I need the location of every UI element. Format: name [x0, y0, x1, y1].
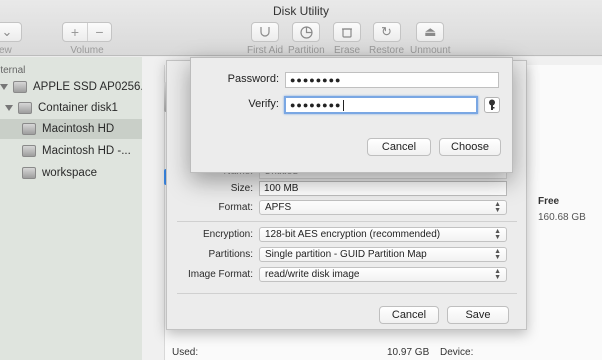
cancel-button[interactable]: Cancel — [367, 138, 431, 156]
add-icon[interactable]: + — [63, 23, 87, 41]
updown-arrows-icon: ▲ ▼ — [494, 247, 501, 261]
eject-icon: ⏏ — [424, 24, 437, 39]
password-label: Password: — [227, 73, 279, 85]
view-control[interactable]: ⌄ View — [0, 22, 22, 56]
restore-control[interactable]: ↻ Restore — [369, 22, 404, 56]
format-row: Format: APFS ▲ ▼ — [167, 200, 507, 215]
format-value: APFS — [265, 202, 292, 213]
free-value: 160.68 GB — [538, 212, 586, 223]
divider — [177, 293, 517, 294]
used-value: 10.97 GB — [387, 347, 430, 358]
sidebar-item-apple-ssd[interactable]: APPLE SSD AP0256... — [0, 77, 150, 97]
encryption-label: Encryption: — [202, 229, 253, 240]
first-aid-control[interactable]: First Aid — [247, 22, 283, 56]
encryption-popup[interactable]: 128-bit AES encryption (recommended) ▲ ▼ — [259, 227, 507, 242]
volume-control: + − Volume — [62, 22, 112, 56]
partition-button[interactable] — [292, 22, 321, 42]
partitions-value: Single partition - GUID Partition Map — [265, 249, 427, 260]
encryption-value: 128-bit AES encryption (recommended) — [265, 229, 441, 240]
cancel-button[interactable]: Cancel — [379, 306, 439, 324]
volume-label: Volume — [70, 45, 104, 56]
erase-label: Erase — [333, 45, 361, 56]
updown-arrows-icon: ▲ ▼ — [494, 227, 501, 241]
image-format-value: read/write disk image — [265, 269, 360, 280]
partition-label: Partition — [288, 45, 325, 56]
unmount-button[interactable]: ⏏ — [416, 22, 445, 42]
sidebar-item-label: Macintosh HD — [42, 123, 115, 135]
save-button[interactable]: Save — [447, 306, 509, 324]
password-field[interactable]: ●●●●●●●● — [285, 72, 499, 88]
stethoscope-icon — [260, 27, 270, 37]
title-bar: Disk Utility ⌄ View + − Volume First Aid… — [0, 0, 602, 56]
password-assistant-button[interactable] — [484, 97, 500, 113]
sidebar-item-macintosh-hd-data[interactable]: Macintosh HD -... — [0, 141, 142, 161]
restore-label: Restore — [369, 45, 405, 56]
disclosure-triangle-icon[interactable] — [5, 105, 13, 111]
sidebar-item-label: workspace — [42, 167, 97, 179]
volume-icon — [22, 145, 36, 157]
view-label: View — [0, 45, 12, 56]
image-format-row: Image Format: read/write disk image ▲ ▼ — [167, 267, 507, 282]
window-title: Disk Utility — [273, 4, 329, 18]
verify-value: ●●●●●●●● — [290, 100, 342, 110]
disclosure-triangle-icon[interactable] — [0, 84, 8, 90]
erase-button[interactable] — [333, 22, 361, 42]
updown-arrows-icon: ▲ ▼ — [494, 267, 501, 281]
image-format-popup[interactable]: read/write disk image ▲ ▼ — [259, 267, 507, 282]
used-label: Used: — [172, 347, 199, 358]
verify-label: Verify: — [248, 98, 279, 110]
container-icon — [18, 102, 32, 114]
sidebar: Internal APPLE SSD AP0256... Container d… — [0, 57, 150, 360]
partition-control[interactable]: Partition — [288, 22, 325, 56]
device-label: Device: — [440, 347, 474, 358]
size-label: Size: — [230, 183, 253, 194]
disk-icon — [13, 81, 27, 93]
image-format-label: Image Format: — [187, 269, 253, 280]
key-icon — [489, 99, 495, 110]
sidebar-item-label: Macintosh HD -... — [42, 145, 131, 157]
choose-button[interactable]: Choose — [439, 138, 501, 156]
first-aid-label: First Aid — [247, 45, 284, 56]
unmount-control[interactable]: ⏏ Unmount — [410, 22, 451, 56]
erase-control[interactable]: Erase — [333, 22, 361, 56]
pie-icon — [300, 25, 313, 39]
sidebar-item-workspace[interactable]: workspace — [0, 163, 142, 183]
view-button[interactable]: ⌄ — [0, 22, 22, 42]
sidebar-item-label: APPLE SSD AP0256... — [33, 81, 150, 93]
chevron-down-icon: ⌄ — [1, 24, 13, 39]
verify-field[interactable]: ●●●●●●●● — [284, 96, 478, 114]
encryption-row: Encryption: 128-bit AES encryption (reco… — [167, 227, 507, 242]
sidebar-item-label: Container disk1 — [38, 102, 118, 114]
volume-icon — [22, 123, 36, 135]
password-value: ●●●●●●●● — [290, 75, 342, 85]
sidebar-item-macintosh-hd[interactable]: Macintosh HD — [0, 119, 142, 139]
restore-button[interactable]: ↻ — [372, 22, 401, 42]
format-popup[interactable]: APFS ▲ ▼ — [259, 200, 507, 215]
eraser-icon — [342, 28, 352, 38]
text-cursor — [342, 99, 344, 111]
size-row: Size: 100 MB — [167, 181, 507, 196]
free-label: Free — [538, 196, 560, 207]
size-field[interactable]: 100 MB — [259, 181, 507, 196]
volume-segment[interactable]: + − — [62, 22, 112, 42]
partitions-label: Partitions: — [208, 249, 253, 260]
restore-icon: ↻ — [381, 24, 392, 39]
volume-icon — [22, 167, 36, 179]
first-aid-button[interactable] — [251, 22, 280, 42]
updown-arrows-icon: ▲ ▼ — [494, 200, 501, 214]
format-label: Format: — [218, 202, 253, 213]
password-dialog: Password: ●●●●●●●● Verify: ●●●●●●●● Canc… — [190, 57, 513, 173]
partitions-row: Partitions: Single partition - GUID Part… — [167, 247, 507, 262]
sidebar-item-container[interactable]: Container disk1 — [5, 98, 142, 118]
unmount-label: Unmount — [410, 45, 451, 56]
divider — [177, 221, 517, 222]
partitions-popup[interactable]: Single partition - GUID Partition Map ▲ ▼ — [259, 247, 507, 262]
remove-icon[interactable]: − — [87, 23, 111, 41]
